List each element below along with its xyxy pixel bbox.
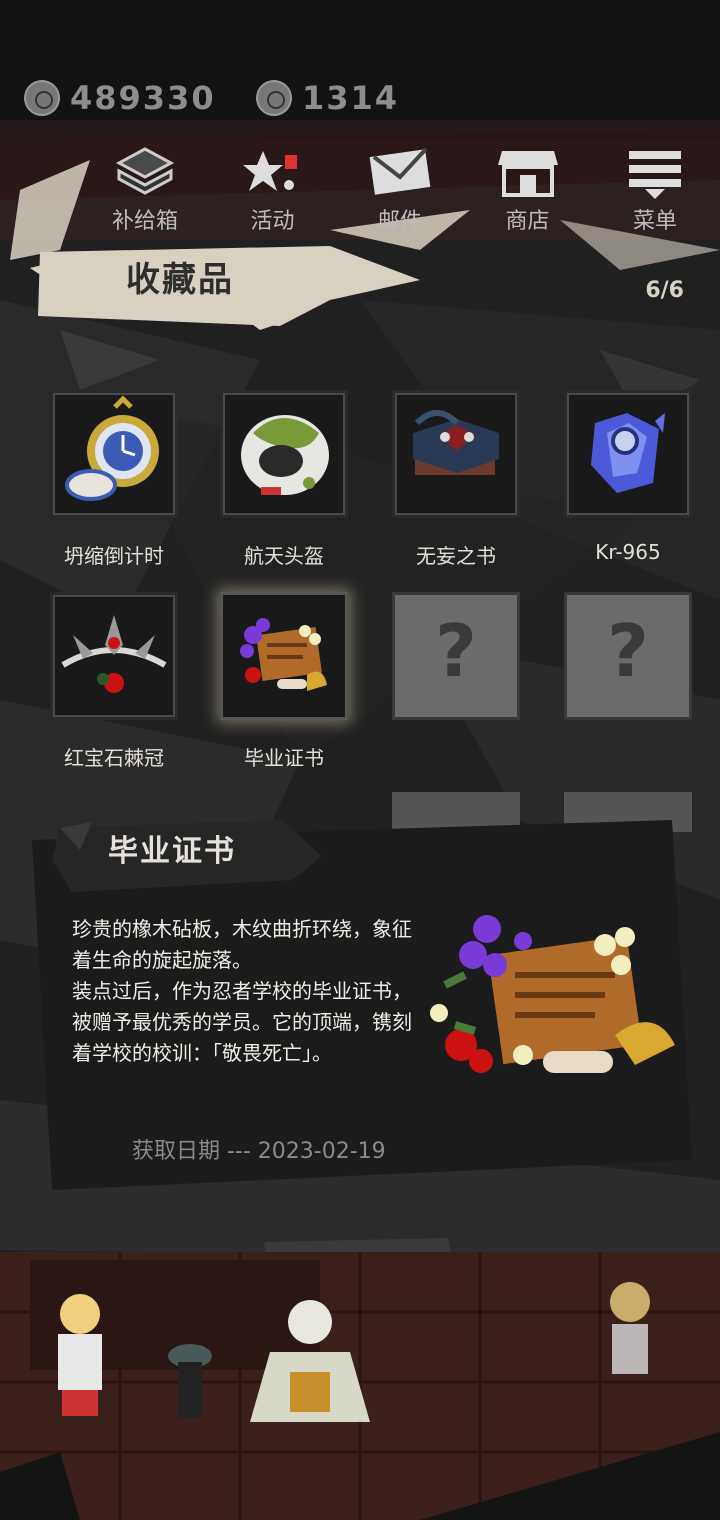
crystal-icon — [591, 413, 665, 493]
page-title: 收藏品 — [126, 260, 234, 300]
collection-slot-6[interactable] — [220, 592, 348, 720]
tavern-scene — [0, 1252, 720, 1520]
space-helmet-icon — [241, 415, 329, 495]
nav-label: 菜单 — [632, 209, 677, 234]
nav-label: 活动 — [250, 209, 295, 234]
slot-label-1: 坍缩倒计时 — [64, 544, 164, 568]
supply-box-icon — [115, 147, 175, 195]
diploma-icon — [240, 618, 327, 691]
top-bar — [0, 0, 720, 140]
nav-shop[interactable]: 商店 — [473, 145, 583, 240]
collection-count: 6/6 — [645, 278, 684, 303]
mail-icon — [369, 147, 431, 195]
detail-title: 毕业证书 — [108, 834, 236, 869]
nav-label: 商店 — [505, 209, 550, 234]
question-mark-icon: ? — [607, 609, 649, 693]
nav-menu[interactable]: 菜单 — [600, 145, 710, 240]
slot-label-3: 无妄之书 — [416, 544, 496, 568]
shop-icon — [497, 151, 558, 197]
coin-balance: 489330 — [24, 78, 216, 118]
diploma-illustration — [430, 915, 675, 1073]
detail-description: 珍贵的橡木砧板，木纹曲折环绕，象征着生命的旋起旋落。 装点过后，作为忍者学校的毕… — [72, 917, 412, 1065]
nav-bar: 补给箱 活动 邮件 商店 菜单 — [90, 145, 710, 240]
event-icon — [242, 151, 297, 191]
slot-label-4: Kr-965 — [595, 540, 661, 564]
acquired-date: 获取日期 --- 2023-02-19 — [132, 1139, 386, 1164]
character-right — [610, 1282, 650, 1374]
gem-value: 1314 — [302, 79, 400, 117]
question-mark-icon: ? — [435, 609, 477, 693]
collection-slot-4[interactable] — [564, 390, 692, 518]
nav-event[interactable]: 活动 — [218, 145, 328, 240]
collection-slot-7-locked[interactable]: ? — [392, 592, 520, 720]
collection-slot-3[interactable] — [392, 390, 520, 518]
nav-mail[interactable]: 邮件 — [345, 145, 455, 240]
coin-icon — [24, 80, 60, 116]
collection-slot-8-locked[interactable]: ? — [564, 592, 692, 720]
slot-label-2: 航天头盔 — [244, 544, 324, 568]
cursed-book-icon — [413, 410, 499, 475]
slot-label-5: 红宝石棘冠 — [64, 746, 164, 770]
nav-label: 邮件 — [377, 209, 422, 234]
pocket-watch-icon — [65, 395, 159, 501]
character-left — [58, 1294, 102, 1416]
ruby-crown-icon — [61, 615, 167, 693]
gem-icon — [256, 80, 292, 116]
menu-icon — [629, 151, 681, 199]
slot-label-6: 毕业证书 — [244, 746, 324, 770]
coin-value: 489330 — [70, 79, 216, 117]
collection-slot-2[interactable] — [220, 390, 348, 518]
gem-balance: 1314 — [256, 78, 399, 118]
collection-slot-1[interactable] — [50, 390, 178, 518]
nav-supply-box[interactable]: 补给箱 — [90, 145, 200, 240]
collection-slot-5[interactable] — [50, 592, 178, 720]
nav-label: 补给箱 — [111, 209, 178, 234]
